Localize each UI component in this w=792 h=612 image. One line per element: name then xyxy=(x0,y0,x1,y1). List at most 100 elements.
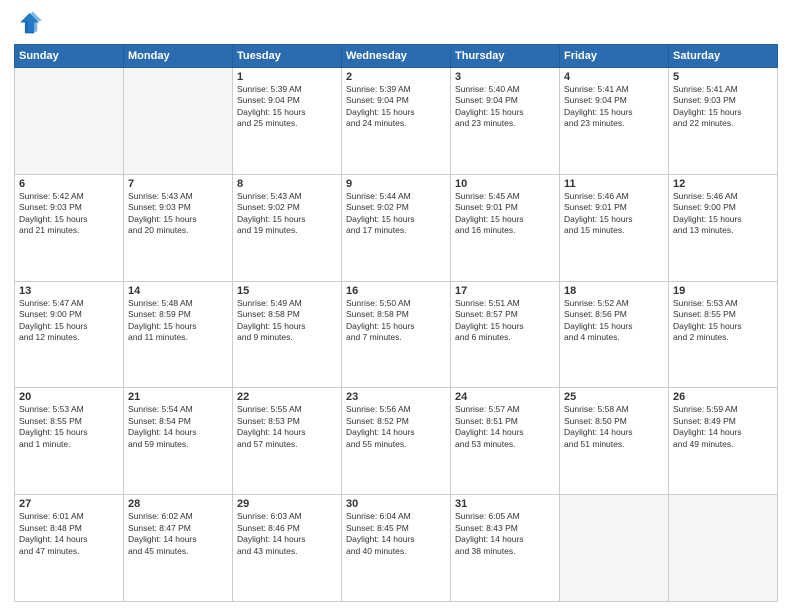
day-details: Sunrise: 5:46 AM Sunset: 9:01 PM Dayligh… xyxy=(564,191,664,237)
table-row: 10Sunrise: 5:45 AM Sunset: 9:01 PM Dayli… xyxy=(451,174,560,281)
day-details: Sunrise: 5:56 AM Sunset: 8:52 PM Dayligh… xyxy=(346,404,446,450)
table-row: 3Sunrise: 5:40 AM Sunset: 9:04 PM Daylig… xyxy=(451,68,560,175)
table-row: 20Sunrise: 5:53 AM Sunset: 8:55 PM Dayli… xyxy=(15,388,124,495)
table-row: 1Sunrise: 5:39 AM Sunset: 9:04 PM Daylig… xyxy=(233,68,342,175)
table-row: 2Sunrise: 5:39 AM Sunset: 9:04 PM Daylig… xyxy=(342,68,451,175)
day-number: 27 xyxy=(19,498,119,510)
day-number: 13 xyxy=(19,285,119,297)
day-details: Sunrise: 5:42 AM Sunset: 9:03 PM Dayligh… xyxy=(19,191,119,237)
day-details: Sunrise: 6:05 AM Sunset: 8:43 PM Dayligh… xyxy=(455,511,555,557)
day-details: Sunrise: 5:58 AM Sunset: 8:50 PM Dayligh… xyxy=(564,404,664,450)
table-row: 16Sunrise: 5:50 AM Sunset: 8:58 PM Dayli… xyxy=(342,281,451,388)
day-number: 21 xyxy=(128,391,228,403)
day-details: Sunrise: 5:45 AM Sunset: 9:01 PM Dayligh… xyxy=(455,191,555,237)
day-number: 30 xyxy=(346,498,446,510)
table-row: 5Sunrise: 5:41 AM Sunset: 9:03 PM Daylig… xyxy=(669,68,778,175)
page: Sunday Monday Tuesday Wednesday Thursday… xyxy=(0,0,792,612)
table-row: 25Sunrise: 5:58 AM Sunset: 8:50 PM Dayli… xyxy=(560,388,669,495)
table-row: 17Sunrise: 5:51 AM Sunset: 8:57 PM Dayli… xyxy=(451,281,560,388)
table-row: 18Sunrise: 5:52 AM Sunset: 8:56 PM Dayli… xyxy=(560,281,669,388)
day-number: 16 xyxy=(346,285,446,297)
day-number: 1 xyxy=(237,71,337,83)
day-details: Sunrise: 5:44 AM Sunset: 9:02 PM Dayligh… xyxy=(346,191,446,237)
table-row: 9Sunrise: 5:44 AM Sunset: 9:02 PM Daylig… xyxy=(342,174,451,281)
col-tuesday: Tuesday xyxy=(233,45,342,68)
table-row: 15Sunrise: 5:49 AM Sunset: 8:58 PM Dayli… xyxy=(233,281,342,388)
table-row: 31Sunrise: 6:05 AM Sunset: 8:43 PM Dayli… xyxy=(451,495,560,602)
logo xyxy=(14,10,46,38)
day-number: 6 xyxy=(19,178,119,190)
table-row: 4Sunrise: 5:41 AM Sunset: 9:04 PM Daylig… xyxy=(560,68,669,175)
calendar-week-row: 27Sunrise: 6:01 AM Sunset: 8:48 PM Dayli… xyxy=(15,495,778,602)
day-number: 5 xyxy=(673,71,773,83)
day-details: Sunrise: 5:57 AM Sunset: 8:51 PM Dayligh… xyxy=(455,404,555,450)
table-row xyxy=(560,495,669,602)
day-number: 7 xyxy=(128,178,228,190)
day-number: 17 xyxy=(455,285,555,297)
day-details: Sunrise: 5:59 AM Sunset: 8:49 PM Dayligh… xyxy=(673,404,773,450)
day-number: 12 xyxy=(673,178,773,190)
table-row: 28Sunrise: 6:02 AM Sunset: 8:47 PM Dayli… xyxy=(124,495,233,602)
table-row: 22Sunrise: 5:55 AM Sunset: 8:53 PM Dayli… xyxy=(233,388,342,495)
day-number: 23 xyxy=(346,391,446,403)
day-number: 8 xyxy=(237,178,337,190)
table-row xyxy=(124,68,233,175)
table-row xyxy=(669,495,778,602)
day-number: 19 xyxy=(673,285,773,297)
logo-icon xyxy=(14,10,42,38)
day-number: 28 xyxy=(128,498,228,510)
table-row: 12Sunrise: 5:46 AM Sunset: 9:00 PM Dayli… xyxy=(669,174,778,281)
table-row: 27Sunrise: 6:01 AM Sunset: 8:48 PM Dayli… xyxy=(15,495,124,602)
day-number: 24 xyxy=(455,391,555,403)
day-number: 15 xyxy=(237,285,337,297)
col-thursday: Thursday xyxy=(451,45,560,68)
calendar-week-row: 1 Sunrise: 5:39 AM Sunset: 9:04 PM Daylig… xyxy=(15,68,778,175)
day-details: Sunrise: 5:53 AM Sunset: 8:55 PM Dayligh… xyxy=(673,298,773,344)
table-row: 14Sunrise: 5:48 AM Sunset: 8:59 PM Dayli… xyxy=(124,281,233,388)
table-row: 8Sunrise: 5:43 AM Sunset: 9:02 PM Daylig… xyxy=(233,174,342,281)
day-number: 31 xyxy=(455,498,555,510)
calendar-week-row: 6Sunrise: 5:42 AM Sunset: 9:03 PM Daylig… xyxy=(15,174,778,281)
table-row: 13Sunrise: 5:47 AM Sunset: 9:00 PM Dayli… xyxy=(15,281,124,388)
table-row: 30Sunrise: 6:04 AM Sunset: 8:45 PM Dayli… xyxy=(342,495,451,602)
day-number: 26 xyxy=(673,391,773,403)
day-details: Sunrise: 5:50 AM Sunset: 8:58 PM Dayligh… xyxy=(346,298,446,344)
day-details: Sunrise: 5:39 AM Sunset: 9:04 PM Dayligh… xyxy=(346,84,446,130)
table-row: 26Sunrise: 5:59 AM Sunset: 8:49 PM Dayli… xyxy=(669,388,778,495)
day-details: Sunrise: 5:43 AM Sunset: 9:02 PM Dayligh… xyxy=(237,191,337,237)
day-number: 22 xyxy=(237,391,337,403)
day-details: Sunrise: 5:41 AM Sunset: 9:04 PM Dayligh… xyxy=(564,84,664,130)
day-details: Sunrise: 6:04 AM Sunset: 8:45 PM Dayligh… xyxy=(346,511,446,557)
day-details: Sunrise: 5:54 AM Sunset: 8:54 PM Dayligh… xyxy=(128,404,228,450)
day-details: Sunrise: 6:03 AM Sunset: 8:46 PM Dayligh… xyxy=(237,511,337,557)
day-number: 2 xyxy=(346,71,446,83)
day-number: 9 xyxy=(346,178,446,190)
calendar-week-row: 13Sunrise: 5:47 AM Sunset: 9:00 PM Dayli… xyxy=(15,281,778,388)
calendar-header-row: Sunday Monday Tuesday Wednesday Thursday… xyxy=(15,45,778,68)
table-row xyxy=(15,68,124,175)
col-sunday: Sunday xyxy=(15,45,124,68)
day-details: Sunrise: 5:41 AM Sunset: 9:03 PM Dayligh… xyxy=(673,84,773,130)
day-number: 20 xyxy=(19,391,119,403)
day-details: Sunrise: 5:53 AM Sunset: 8:55 PM Dayligh… xyxy=(19,404,119,450)
day-number: 10 xyxy=(455,178,555,190)
day-details: Sunrise: 5:47 AM Sunset: 9:00 PM Dayligh… xyxy=(19,298,119,344)
day-details: Sunrise: 6:01 AM Sunset: 8:48 PM Dayligh… xyxy=(19,511,119,557)
table-row: 29Sunrise: 6:03 AM Sunset: 8:46 PM Dayli… xyxy=(233,495,342,602)
day-number: 11 xyxy=(564,178,664,190)
calendar-week-row: 20Sunrise: 5:53 AM Sunset: 8:55 PM Dayli… xyxy=(15,388,778,495)
day-number: 29 xyxy=(237,498,337,510)
day-details: Sunrise: 5:48 AM Sunset: 8:59 PM Dayligh… xyxy=(128,298,228,344)
header xyxy=(14,10,778,38)
day-number: 3 xyxy=(455,71,555,83)
col-monday: Monday xyxy=(124,45,233,68)
table-row: 24Sunrise: 5:57 AM Sunset: 8:51 PM Dayli… xyxy=(451,388,560,495)
day-details: Sunrise: 5:43 AM Sunset: 9:03 PM Dayligh… xyxy=(128,191,228,237)
day-number: 18 xyxy=(564,285,664,297)
day-number: 14 xyxy=(128,285,228,297)
table-row: 6Sunrise: 5:42 AM Sunset: 9:03 PM Daylig… xyxy=(15,174,124,281)
day-details: Sunrise: 5:46 AM Sunset: 9:00 PM Dayligh… xyxy=(673,191,773,237)
day-number: 25 xyxy=(564,391,664,403)
col-wednesday: Wednesday xyxy=(342,45,451,68)
day-details: Sunrise: 5:55 AM Sunset: 8:53 PM Dayligh… xyxy=(237,404,337,450)
